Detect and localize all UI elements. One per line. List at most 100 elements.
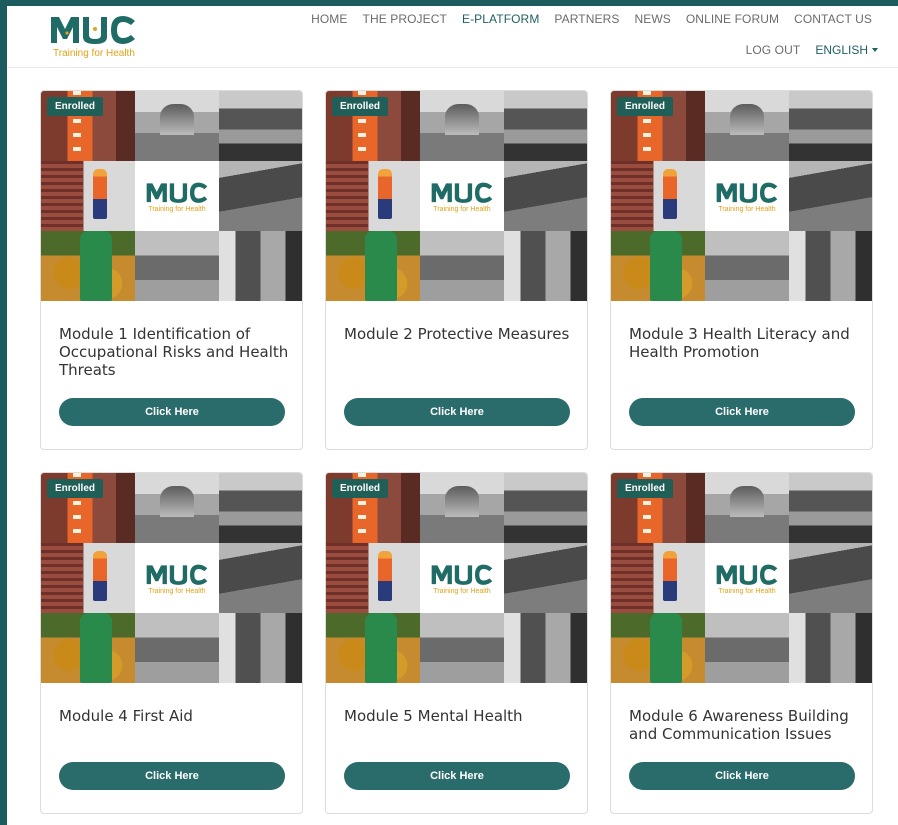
collage-photo — [420, 473, 504, 543]
click-here-button[interactable]: Click Here — [629, 398, 855, 426]
collage-photo — [219, 543, 302, 613]
site-logo[interactable]: Training for Health — [47, 11, 147, 63]
user-nav: LOG OUT ENGLISH — [746, 43, 878, 57]
module-card: Training for Health Enrolled Module 3 He… — [610, 90, 873, 450]
nav-online-forum[interactable]: ONLINE FORUM — [686, 12, 779, 26]
collage-photo — [611, 613, 705, 683]
module-image-collage: Training for Health — [41, 473, 302, 683]
module-title: Module 6 Awareness Building and Communic… — [629, 707, 849, 743]
collage-photo — [611, 231, 705, 301]
collage-photo — [504, 543, 587, 613]
module-image-collage: Training for Health — [326, 473, 587, 683]
collage-photo — [420, 91, 504, 161]
module-card: Training for Health Enrolled Module 6 Aw… — [610, 472, 873, 814]
nav-partners[interactable]: PARTNERS — [554, 12, 619, 26]
main-nav: HOME THE PROJECT E-PLATFORM PARTNERS NEW… — [311, 12, 872, 26]
collage-logo-tagline: Training for Health — [718, 206, 776, 213]
collage-photo — [41, 613, 135, 683]
collage-photo — [41, 231, 135, 301]
collage-photo — [789, 613, 872, 683]
module-card: Training for Health Enrolled Module 1 Id… — [40, 90, 303, 450]
collage-photo — [219, 613, 302, 683]
collage-logo: Training for Health — [705, 543, 789, 613]
enrolled-badge: Enrolled — [617, 479, 674, 498]
module-title: Module 1 Identification of Occupational … — [59, 325, 289, 379]
collage-photo — [789, 91, 872, 161]
module-card: Training for Health Enrolled Module 4 Fi… — [40, 472, 303, 814]
module-image-collage: Training for Health — [611, 91, 872, 301]
language-dropdown[interactable]: ENGLISH — [815, 43, 878, 57]
enrolled-badge: Enrolled — [332, 479, 389, 498]
module-title: Module 5 Mental Health — [344, 707, 523, 725]
nav-home[interactable]: HOME — [311, 12, 347, 26]
click-here-button[interactable]: Click Here — [344, 762, 570, 790]
enrolled-badge: Enrolled — [47, 479, 104, 498]
collage-logo: Training for Health — [420, 161, 504, 231]
collage-photo — [41, 543, 135, 613]
collage-photo — [420, 231, 504, 301]
module-image-collage: Training for Health — [41, 91, 302, 301]
module-grid: Training for Health Enrolled Module 1 Id… — [40, 90, 873, 814]
collage-photo — [504, 231, 587, 301]
collage-logo: Training for Health — [420, 543, 504, 613]
click-here-button[interactable]: Click Here — [344, 398, 570, 426]
collage-logo-tagline: Training for Health — [718, 588, 776, 595]
logo-letters-icon — [47, 13, 139, 45]
logo-letters-icon — [431, 564, 493, 585]
collage-photo — [135, 231, 219, 301]
collage-photo — [219, 231, 302, 301]
module-title: Module 2 Protective Measures — [344, 325, 570, 343]
collage-photo — [504, 91, 587, 161]
collage-photo — [611, 543, 705, 613]
collage-logo: Training for Health — [705, 161, 789, 231]
collage-photo — [326, 161, 420, 231]
collage-photo — [504, 161, 587, 231]
collage-photo — [135, 91, 219, 161]
collage-photo — [789, 231, 872, 301]
collage-photo — [135, 613, 219, 683]
collage-photo — [135, 473, 219, 543]
collage-logo-tagline: Training for Health — [148, 206, 206, 213]
site-header: Training for Health HOME THE PROJECT E-P… — [7, 6, 898, 68]
collage-photo — [789, 543, 872, 613]
collage-photo — [789, 161, 872, 231]
collage-photo — [504, 613, 587, 683]
collage-logo: Training for Health — [135, 543, 219, 613]
click-here-button[interactable]: Click Here — [59, 398, 285, 426]
collage-photo — [219, 473, 302, 543]
nav-the-project[interactable]: THE PROJECT — [363, 12, 447, 26]
collage-photo — [326, 613, 420, 683]
collage-photo — [420, 613, 504, 683]
enrolled-badge: Enrolled — [332, 97, 389, 116]
click-here-button[interactable]: Click Here — [59, 762, 285, 790]
nav-e-platform[interactable]: E-PLATFORM — [462, 12, 539, 26]
logo-letters-icon — [431, 182, 493, 203]
logo-letters-icon — [146, 182, 208, 203]
collage-logo-tagline: Training for Health — [433, 206, 491, 213]
nav-news[interactable]: NEWS — [634, 12, 670, 26]
collage-photo — [326, 231, 420, 301]
chevron-down-icon — [872, 48, 878, 52]
enrolled-badge: Enrolled — [47, 97, 104, 116]
collage-photo — [219, 161, 302, 231]
logo-letters-icon — [146, 564, 208, 585]
module-title: Module 4 First Aid — [59, 707, 193, 725]
enrolled-badge: Enrolled — [617, 97, 674, 116]
collage-photo — [41, 161, 135, 231]
logo-tagline: Training for Health — [53, 48, 135, 59]
collage-photo — [326, 543, 420, 613]
module-image-collage: Training for Health — [326, 91, 587, 301]
logout-link[interactable]: LOG OUT — [746, 43, 801, 57]
collage-photo — [504, 473, 587, 543]
collage-photo — [611, 161, 705, 231]
nav-contact-us[interactable]: CONTACT US — [794, 12, 872, 26]
click-here-button[interactable]: Click Here — [629, 762, 855, 790]
module-image-collage: Training for Health — [611, 473, 872, 683]
language-label: ENGLISH — [815, 43, 868, 57]
logo-letters-icon — [716, 564, 778, 585]
module-title: Module 3 Health Literacy and Health Prom… — [629, 325, 850, 361]
collage-photo — [219, 91, 302, 161]
module-card: Training for Health Enrolled Module 2 Pr… — [325, 90, 588, 450]
module-card: Training for Health Enrolled Module 5 Me… — [325, 472, 588, 814]
collage-logo-tagline: Training for Health — [148, 588, 206, 595]
